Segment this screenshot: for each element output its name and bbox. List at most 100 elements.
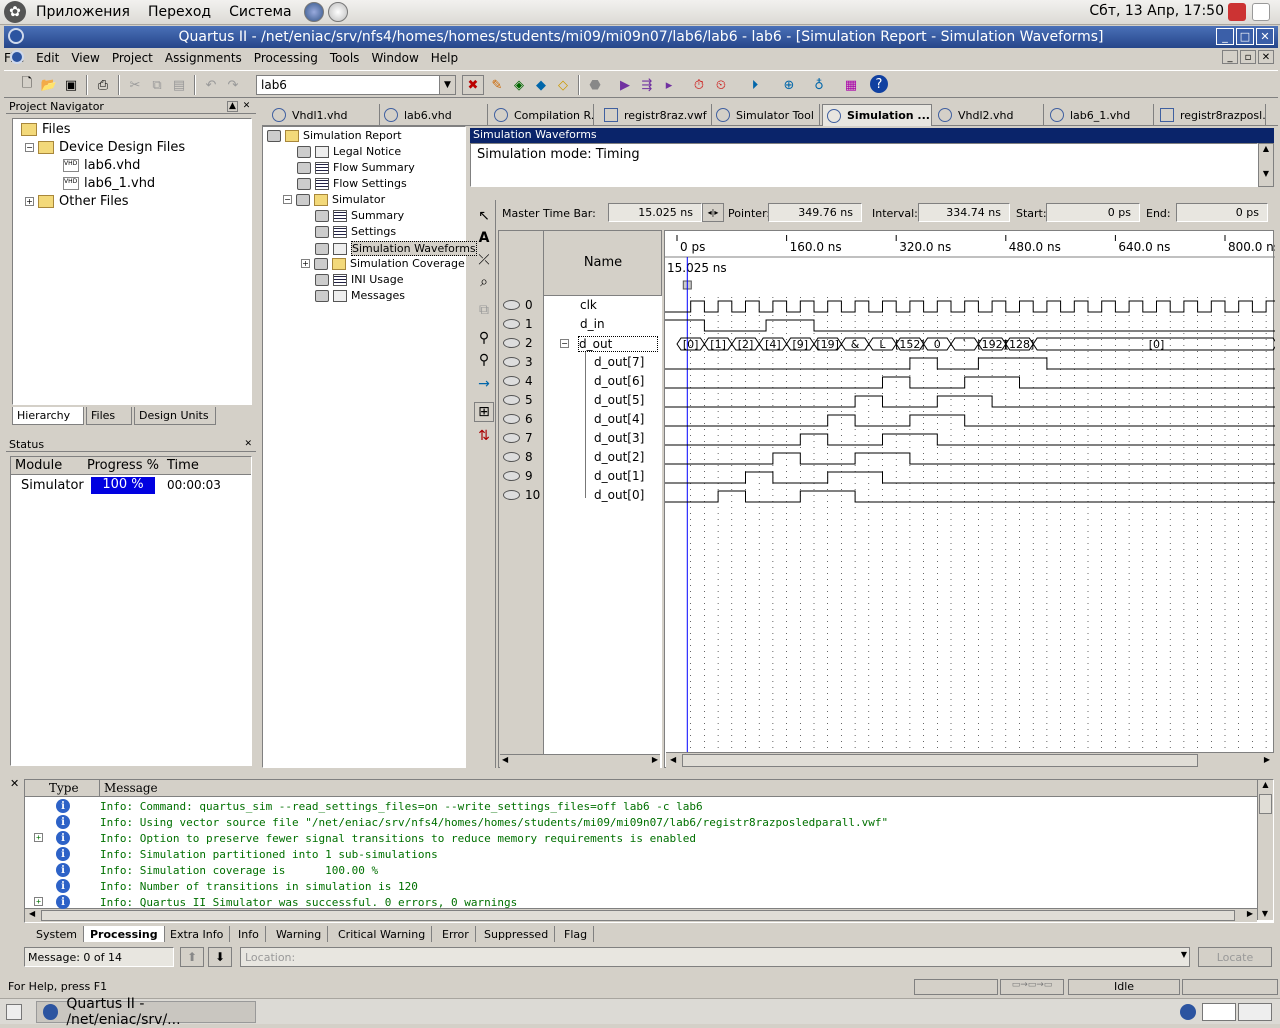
report-tree-item[interactable]: + Simulation Coverage — [301, 257, 465, 270]
message-row[interactable]: + i Info: Option to preserve fewer signal … — [34, 830, 1254, 846]
messages-vscrollbar[interactable]: ▲ ▼ — [1257, 780, 1273, 920]
new-file-icon[interactable]: 🗋 — [16, 75, 38, 95]
cut-icon[interactable]: ✂ — [124, 75, 146, 95]
report-tree-item[interactable]: Settings — [315, 225, 396, 238]
rtl-viewer-icon[interactable]: ♁ — [808, 75, 830, 95]
message-row[interactable]: i Info: Command: quartus_sim --read_setti… — [34, 798, 1254, 814]
tab-simulation-report[interactable]: Simulation ... — [822, 104, 932, 126]
minimize-button[interactable]: _ — [1216, 28, 1234, 45]
signal-hscrollbar[interactable]: ◀ ▶ — [500, 754, 660, 768]
quartus-app-icon[interactable] — [8, 28, 24, 44]
expand-icon[interactable]: + — [25, 197, 34, 206]
workspace-switcher-1[interactable] — [1202, 1003, 1236, 1021]
signal-index[interactable]: 3 — [500, 353, 542, 371]
sim-mode-scrollbar[interactable]: ▲ ▼ — [1258, 143, 1274, 187]
master-time-bar-field[interactable]: 15.025 ns — [608, 203, 702, 222]
message-tab[interactable]: Suppressed — [478, 926, 556, 942]
web-browser-launcher-icon[interactable] — [303, 2, 324, 22]
tab-files[interactable]: Files — [86, 407, 132, 425]
find-icon[interactable]: ⚲ — [474, 328, 494, 348]
tree-item-lab6-1-vhd[interactable]: VHD lab6_1.vhd — [63, 176, 155, 191]
report-tree-item[interactable]: Summary — [315, 209, 404, 222]
message-row[interactable]: i Info: Simulation partitioned into 1 sub… — [34, 846, 1254, 862]
collapse-icon[interactable]: − — [283, 195, 292, 204]
messages-hscrollbar[interactable]: ◀ ▶ — [25, 908, 1257, 922]
tab-compilation-report[interactable]: Compilation R... — [490, 104, 594, 126]
tab-simulator-tool[interactable]: Simulator Tool — [712, 104, 820, 126]
panel-clock[interactable]: Сбт, 13 Апр, 17:50 — [1089, 3, 1224, 19]
signal-index[interactable]: 4 — [500, 372, 542, 390]
open-file-icon[interactable]: 📂 — [38, 75, 60, 95]
message-tab[interactable]: Critical Warning — [332, 926, 433, 942]
zoom-tool-icon[interactable]: ⌕ — [474, 272, 494, 292]
menu-help[interactable]: Help — [431, 51, 458, 65]
collapse-icon[interactable]: − — [25, 143, 34, 152]
locate-button[interactable]: Locate — [1198, 947, 1272, 967]
next-message-icon[interactable]: ⬇ — [208, 947, 232, 967]
snap-to-grid-icon[interactable]: ⊞ — [474, 402, 494, 422]
master-time-bar-spinner[interactable]: ◂|▸ — [702, 203, 724, 222]
close-window-button[interactable]: ✕ — [1256, 28, 1274, 45]
collapse-icon[interactable]: − — [560, 339, 569, 348]
report-tree-item[interactable]: Messages — [315, 289, 405, 302]
save-icon[interactable]: ▣ — [60, 75, 82, 95]
signal-name[interactable]: d_out[7] — [594, 355, 644, 369]
menu-processing[interactable]: Processing — [254, 51, 318, 65]
signal-name[interactable]: d_out[3] — [594, 431, 644, 445]
tree-item-device-design-files[interactable]: − Device Design Files — [25, 140, 185, 155]
mdi-restore-button[interactable]: ▫ — [1240, 50, 1256, 64]
project-combo[interactable]: lab6 ▼ — [256, 75, 456, 95]
tree-item-lab6-vhd[interactable]: VHD lab6.vhd — [63, 158, 140, 173]
signal-index[interactable]: 0 — [500, 296, 542, 314]
report-tree-item[interactable]: −Simulation Report — [267, 129, 402, 142]
message-tab[interactable]: Flag — [558, 926, 595, 942]
signal-index[interactable]: 5 — [500, 391, 542, 409]
tab-registr8razposl[interactable]: registr8razposl... — [1156, 104, 1266, 126]
chevron-down-icon[interactable]: ▼ — [1181, 950, 1187, 959]
signal-index[interactable]: 7 — [500, 429, 542, 447]
menu-window[interactable]: Window — [371, 51, 418, 65]
menu-assignments[interactable]: Assignments — [165, 51, 242, 65]
previous-message-icon[interactable]: ⬆ — [180, 947, 204, 967]
report-tree-item[interactable]: Legal Notice — [297, 145, 401, 158]
selection-tool-icon[interactable]: ↖ — [474, 206, 494, 226]
menu-tools[interactable]: Tools — [330, 51, 360, 65]
gnome-foot-icon[interactable]: ✿ — [4, 1, 26, 23]
copy-icon[interactable]: ⧉ — [146, 75, 168, 95]
mdi-minimize-button[interactable]: _ — [1222, 50, 1238, 64]
redo-icon[interactable]: ↷ — [222, 75, 244, 95]
message-row[interactable]: i Info: Number of transitions in simulati… — [34, 878, 1254, 894]
scroll-thumb[interactable] — [1259, 794, 1272, 814]
taskbar-item-quartus[interactable]: Quartus II - /net/eniac/srv/... — [36, 996, 256, 1028]
signal-name[interactable]: d_out[5] — [594, 393, 644, 407]
signal-name[interactable]: d_out — [578, 336, 658, 352]
message-row[interactable]: + i Info: Quartus II Simulator was success… — [34, 894, 1254, 910]
signal-name[interactable]: d_out[4] — [594, 412, 644, 426]
signal-name[interactable]: d_out[0] — [594, 488, 644, 502]
start-simulation-icon[interactable]: ⏵ — [744, 75, 766, 95]
signal-name[interactable]: d_in — [580, 317, 605, 331]
report-tree-item[interactable]: − Simulator — [283, 193, 385, 206]
tab-lab6-vhd[interactable]: lab6.vhd — [380, 104, 488, 126]
settings-icon[interactable]: ◆ — [530, 75, 552, 95]
scroll-thumb[interactable] — [41, 910, 1235, 921]
message-row[interactable]: i Info: Using vector source file "/net/en… — [34, 814, 1254, 830]
classic-timing-icon[interactable]: ⏲ — [710, 75, 732, 95]
message-tab[interactable]: Extra Info — [164, 926, 231, 942]
message-tab[interactable]: Processing — [84, 926, 165, 942]
signal-index[interactable]: 6 — [500, 410, 542, 428]
signal-index[interactable]: 8 — [500, 448, 542, 466]
signal-index[interactable]: 9 — [500, 467, 542, 485]
start-compilation-icon[interactable]: ▶ — [614, 75, 636, 95]
signal-name[interactable]: d_out[1] — [594, 469, 644, 483]
notification-icon[interactable] — [1252, 3, 1270, 21]
mdi-close-button[interactable]: ✕ — [1258, 50, 1274, 64]
expand-icon[interactable]: + — [34, 897, 43, 906]
show-desktop-icon[interactable] — [6, 1004, 22, 1020]
tab-design-units[interactable]: Design Units — [134, 407, 216, 425]
message-tab[interactable]: Error — [436, 926, 476, 942]
programmer-icon[interactable]: ▦ — [840, 75, 862, 95]
message-tab[interactable]: System — [30, 926, 85, 942]
signal-name[interactable]: d_out[2] — [594, 450, 644, 464]
signal-name[interactable]: d_out[6] — [594, 374, 644, 388]
